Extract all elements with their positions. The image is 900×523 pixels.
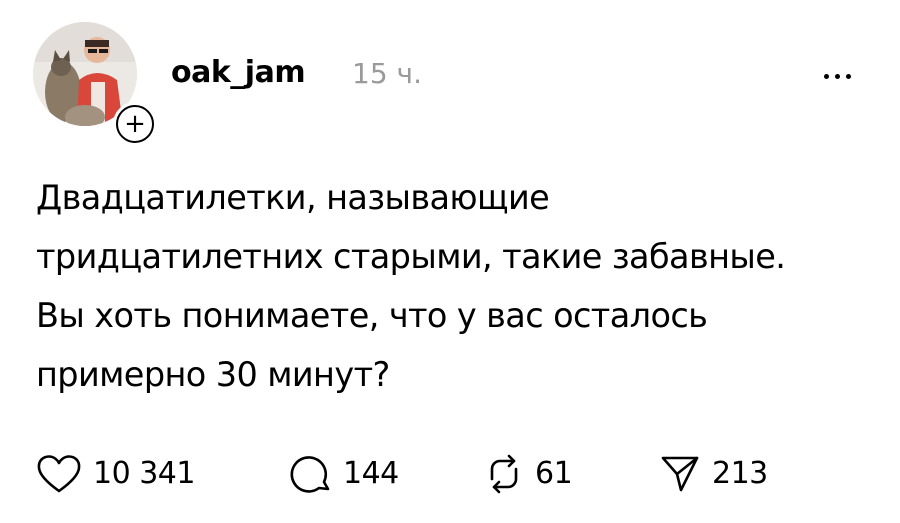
repost-count: 61 [535,456,573,491]
repost-icon [490,454,518,494]
username[interactable]: oak_jam [171,58,306,88]
more-horizontal-icon[interactable] [824,70,864,82]
like-count: 10 341 [93,456,195,491]
plus-icon: + [116,105,154,143]
post-text: Двадцатилетки, называющие тридцатилетних… [36,178,786,394]
comment-bubble-icon [290,456,330,493]
more-dot [835,73,840,79]
more-dot [846,73,851,79]
post-actions: 10 341 144 61 213 [36,452,836,496]
reply-count: 144 [343,456,399,491]
send-icon [661,456,699,492]
more-dot [824,73,829,79]
post-time: 15 ч. [352,57,422,90]
avatar-container[interactable]: + [33,22,157,146]
repost-button[interactable]: 61 [484,452,573,496]
share-button[interactable]: 213 [659,452,768,496]
reply-button[interactable]: 144 [290,452,399,496]
like-button[interactable]: 10 341 [36,452,195,496]
follow-button[interactable]: + [113,102,157,146]
share-count: 213 [712,456,768,491]
heart-icon [37,455,81,493]
